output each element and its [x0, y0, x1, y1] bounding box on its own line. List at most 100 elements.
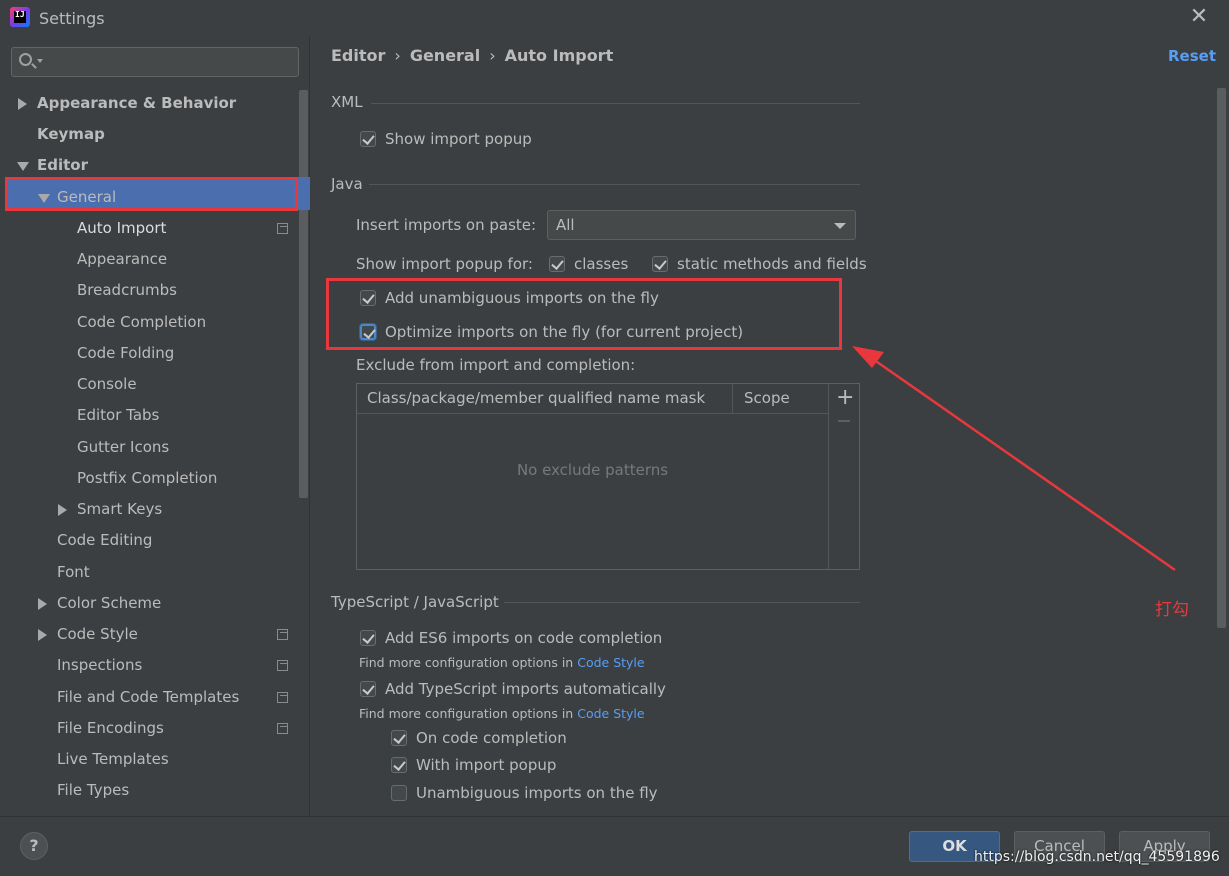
breadcrumb-auto-import: Auto Import: [504, 46, 614, 65]
breadcrumb-general[interactable]: General: [410, 46, 480, 65]
checkbox-classes[interactable]: [549, 256, 565, 272]
expand-triangle-icon[interactable]: [38, 598, 47, 610]
tree-item-file-encodings[interactable]: File Encodings: [57, 713, 164, 744]
watermark-text: https://blog.csdn.net/qq_45591896: [974, 849, 1220, 865]
expand-triangle-icon[interactable]: [38, 629, 47, 641]
code-style-link[interactable]: Code Style: [577, 655, 644, 670]
insert-imports-label: Insert imports on paste:: [356, 216, 537, 234]
tree-item-breadcrumbs[interactable]: Breadcrumbs: [77, 275, 177, 306]
reset-link[interactable]: Reset: [1168, 47, 1216, 65]
tree-item-editor[interactable]: Editor: [17, 150, 298, 181]
checkbox-row-with-popup[interactable]: With import popup: [391, 754, 591, 776]
collapse-triangle-icon[interactable]: [17, 162, 29, 171]
breadcrumb: Editor › General › Auto Import: [331, 46, 613, 65]
project-scope-icon: [277, 660, 288, 671]
checkbox-row-add-es6[interactable]: Add ES6 imports on code completion: [360, 627, 680, 649]
checkbox-static-methods[interactable]: [652, 256, 668, 272]
tree-item-general[interactable]: General: [38, 182, 298, 213]
hint-prefix: Find more configuration options in: [359, 655, 574, 670]
hint-text-es6: Find more configuration options in Code …: [359, 655, 645, 670]
window-title: Settings: [39, 9, 105, 28]
intellij-logo-icon: IJ: [10, 7, 30, 27]
close-icon[interactable]: ✕: [1189, 6, 1209, 28]
column-divider[interactable]: [732, 384, 733, 414]
section-title-typescript: TypeScript / JavaScript: [331, 593, 499, 611]
checkbox-label: classes: [574, 255, 629, 273]
section-title-java: Java: [331, 175, 363, 193]
search-input[interactable]: [46, 51, 294, 73]
tree-item-postfix-completion[interactable]: Postfix Completion: [77, 463, 217, 494]
search-field[interactable]: [11, 47, 299, 77]
tree-item-file-types[interactable]: File Types: [57, 775, 129, 806]
add-icon[interactable]: +: [836, 387, 854, 409]
checkbox-row-classes[interactable]: classes: [549, 253, 639, 275]
tree-item-label: Appearance & Behavior: [37, 94, 237, 112]
tree-item-code-style[interactable]: Code Style: [38, 619, 238, 650]
checkbox-row-add-ts-auto[interactable]: Add TypeScript imports automatically: [360, 678, 680, 700]
hint-prefix: Find more configuration options in: [359, 706, 574, 721]
tree-item-code-editing[interactable]: Code Editing: [57, 525, 152, 556]
tree-item-console[interactable]: Console: [77, 369, 137, 400]
expand-triangle-icon[interactable]: [58, 504, 67, 516]
tree-item-keymap[interactable]: Keymap: [37, 119, 105, 150]
checkbox-row-on-completion[interactable]: On code completion: [391, 727, 591, 749]
exclude-table: Class/package/member qualified name mask…: [356, 383, 860, 570]
help-icon[interactable]: ?: [20, 832, 48, 860]
show-popup-for-label: Show import popup for:: [356, 255, 533, 273]
tree-item-live-templates[interactable]: Live Templates: [57, 744, 169, 775]
tree-item-label: Code Style: [57, 625, 138, 643]
breadcrumb-separator: ›: [489, 46, 496, 65]
tree-item-label: Color Scheme: [57, 594, 162, 612]
tree-item-code-completion[interactable]: Code Completion: [77, 307, 206, 338]
tree-item-label: Smart Keys: [77, 500, 163, 518]
empty-table-text: No exclude patterns: [516, 461, 669, 479]
remove-icon[interactable]: [838, 420, 850, 422]
collapse-triangle-icon[interactable]: [38, 194, 50, 203]
checkbox-xml-show-popup[interactable]: [360, 131, 376, 147]
breadcrumb-editor[interactable]: Editor: [331, 46, 385, 65]
sidebar-scrollbar[interactable]: [299, 90, 308, 498]
tree-item-editor-tabs[interactable]: Editor Tabs: [77, 400, 159, 431]
project-scope-icon: [277, 723, 288, 734]
tree-item-color-scheme[interactable]: Color Scheme: [38, 588, 298, 619]
tree-item-code-folding[interactable]: Code Folding: [77, 338, 174, 369]
column-header-scope[interactable]: Scope: [744, 389, 790, 407]
checkbox-with-popup[interactable]: [391, 757, 407, 773]
checkbox-label: Add TypeScript imports automatically: [385, 680, 666, 698]
search-history-dropdown-icon[interactable]: [37, 59, 43, 63]
chevron-down-icon[interactable]: [834, 223, 846, 229]
title-bar: IJ Settings ✕: [0, 0, 1229, 36]
tree-item-appearance[interactable]: Appearance: [77, 244, 167, 275]
checkbox-label: static methods and fields: [677, 255, 867, 273]
checkbox-add-ts-auto[interactable]: [360, 681, 376, 697]
checkbox-unambiguous-fly[interactable]: [391, 785, 407, 801]
code-style-link[interactable]: Code Style: [577, 706, 644, 721]
search-icon[interactable]: [19, 53, 32, 66]
section-divider: [371, 103, 860, 104]
insert-imports-select[interactable]: All: [547, 210, 856, 240]
table-header: Class/package/member qualified name mask…: [357, 384, 828, 414]
checkbox-row-static-methods[interactable]: static methods and fields: [652, 253, 867, 275]
breadcrumb-separator: ›: [394, 46, 401, 65]
content-scrollbar[interactable]: [1217, 88, 1226, 628]
project-scope-icon: [277, 629, 288, 640]
project-scope-icon: [277, 692, 288, 703]
tree-item-inspections[interactable]: Inspections: [57, 650, 142, 681]
column-header-mask[interactable]: Class/package/member qualified name mask: [367, 389, 705, 407]
checkbox-row-unambiguous-fly[interactable]: Unambiguous imports on the fly: [391, 782, 671, 804]
checkbox-row-xml-show-popup[interactable]: Show import popup: [360, 128, 660, 150]
expand-triangle-icon[interactable]: [18, 98, 27, 110]
checkbox-on-completion[interactable]: [391, 730, 407, 746]
annotation-text: 打勾: [1155, 600, 1189, 620]
tree-item-font[interactable]: Font: [57, 557, 90, 588]
tree-item-auto-import[interactable]: Auto Import: [77, 213, 166, 244]
tree-item-label: General: [57, 188, 117, 206]
tree-item-gutter-icons[interactable]: Gutter Icons: [77, 432, 169, 463]
tree-item-file-code-templates[interactable]: File and Code Templates: [57, 682, 239, 713]
project-scope-icon: [277, 223, 288, 234]
tree-item-appearance-behavior[interactable]: Appearance & Behavior: [18, 88, 298, 119]
checkbox-add-es6[interactable]: [360, 630, 376, 646]
table-toolbar: +: [828, 384, 859, 569]
annotation-highlight-box: [326, 278, 842, 350]
tree-item-smart-keys[interactable]: Smart Keys: [58, 494, 298, 525]
